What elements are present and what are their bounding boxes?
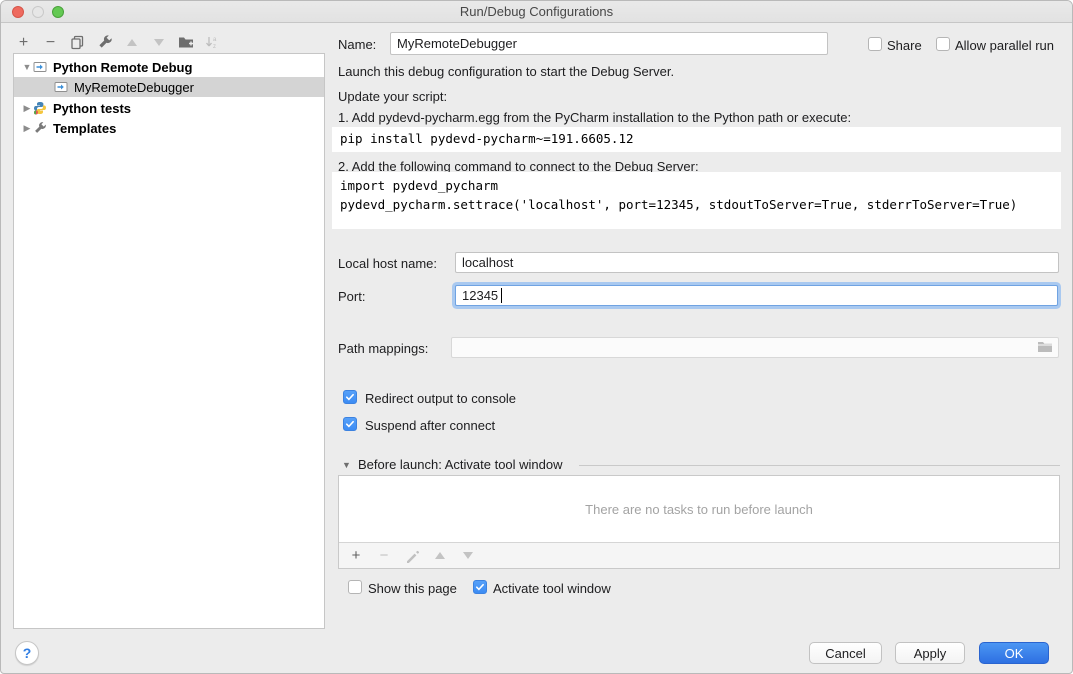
activate-tool-window-checkbox[interactable]	[473, 580, 487, 594]
remove-configuration-icon[interactable]: −	[42, 34, 59, 51]
redirect-output-checkbox[interactable]	[343, 390, 357, 404]
move-task-down-icon[interactable]	[460, 548, 476, 564]
name-label: Name:	[338, 37, 376, 52]
pip-install-code: pip install pydevd-pycharm~=191.6605.12	[332, 127, 1061, 152]
intro-text: Launch this debug configuration to start…	[338, 64, 674, 79]
tasks-toolbar: + −	[339, 542, 1059, 568]
svg-text:z: z	[213, 44, 216, 50]
allow-parallel-run-checkbox[interactable]	[936, 37, 950, 51]
title-bar: Run/Debug Configurations	[1, 1, 1072, 23]
port-input[interactable]	[455, 285, 1058, 306]
path-mappings-label: Path mappings:	[338, 341, 428, 356]
tree-item-myremotedebugger[interactable]: MyRemoteDebugger	[14, 77, 324, 97]
run-debug-configurations-dialog: Run/Debug Configurations + − az ▼ Python…	[0, 0, 1073, 674]
share-label: Share	[887, 38, 922, 53]
remove-task-icon[interactable]: −	[376, 548, 392, 564]
configurations-toolbar: + − az	[15, 31, 221, 53]
svg-text:a: a	[213, 37, 217, 43]
local-host-name-label: Local host name:	[338, 256, 437, 271]
show-this-page-label: Show this page	[368, 581, 457, 596]
before-launch-tasks-panel: There are no tasks to run before launch …	[338, 475, 1060, 569]
tree-item-label: Python tests	[53, 101, 131, 116]
sort-alphabetically-icon[interactable]: az	[204, 34, 221, 51]
remote-debug-config-icon	[33, 60, 49, 74]
tree-item-python-remote-debug[interactable]: ▼ Python Remote Debug	[14, 57, 324, 77]
move-down-icon[interactable]	[150, 34, 167, 51]
text-caret	[501, 288, 502, 303]
path-mappings-field-wrap	[451, 337, 1059, 358]
no-tasks-text: There are no tasks to run before launch	[339, 476, 1059, 542]
window-title: Run/Debug Configurations	[1, 4, 1072, 19]
help-button[interactable]: ?	[15, 641, 39, 665]
before-launch-collapse-icon[interactable]: ▼	[342, 460, 351, 470]
update-script-text: Update your script:	[338, 89, 447, 104]
cancel-button[interactable]: Cancel	[809, 642, 882, 664]
show-this-page-checkbox[interactable]	[348, 580, 362, 594]
copy-configuration-icon[interactable]	[69, 34, 86, 51]
port-label: Port:	[338, 289, 365, 304]
templates-wrench-icon	[33, 121, 49, 135]
ok-button[interactable]: OK	[979, 642, 1049, 664]
allow-parallel-run-label: Allow parallel run	[955, 38, 1054, 53]
python-tests-icon	[33, 101, 49, 115]
apply-button[interactable]: Apply	[895, 642, 965, 664]
activate-tool-window-label: Activate tool window	[493, 581, 611, 596]
path-mappings-input[interactable]	[451, 337, 1059, 358]
tree-item-label: MyRemoteDebugger	[74, 80, 194, 95]
name-input[interactable]	[390, 32, 828, 55]
chevron-right-icon[interactable]: ▶	[21, 123, 33, 134]
edit-task-pencil-icon[interactable]	[404, 548, 420, 564]
move-task-up-icon[interactable]	[432, 548, 448, 564]
before-launch-header: Before launch: Activate tool window	[358, 457, 563, 472]
local-host-name-input[interactable]	[455, 252, 1059, 273]
remote-debug-config-icon	[54, 80, 70, 94]
step1-text: 1. Add pydevd-pycharm.egg from the PyCha…	[338, 110, 851, 125]
new-folder-icon[interactable]	[177, 34, 194, 51]
share-checkbox[interactable]	[868, 37, 882, 51]
tree-item-label: Python Remote Debug	[53, 60, 192, 75]
before-launch-divider	[579, 465, 1060, 466]
tree-item-label: Templates	[53, 121, 116, 136]
configurations-tree-panel	[13, 53, 325, 629]
add-configuration-icon[interactable]: +	[15, 34, 32, 51]
add-task-icon[interactable]: +	[348, 548, 364, 564]
edit-defaults-wrench-icon[interactable]	[96, 34, 113, 51]
settrace-code-line1: import pydevd_pycharm	[340, 176, 1053, 195]
settrace-code: import pydevd_pycharm pydevd_pycharm.set…	[332, 172, 1061, 229]
redirect-output-label: Redirect output to console	[365, 391, 516, 406]
suspend-after-connect-label: Suspend after connect	[365, 418, 495, 433]
move-up-icon[interactable]	[123, 34, 140, 51]
tree-item-templates[interactable]: ▶ Templates	[14, 118, 324, 138]
settrace-code-line2: pydevd_pycharm.settrace('localhost', por…	[340, 195, 1053, 214]
chevron-down-icon[interactable]: ▼	[21, 62, 33, 72]
tree-item-python-tests[interactable]: ▶ Python tests	[14, 98, 324, 118]
browse-folder-icon[interactable]	[1037, 341, 1053, 356]
suspend-after-connect-checkbox[interactable]	[343, 417, 357, 431]
chevron-right-icon[interactable]: ▶	[21, 103, 33, 114]
